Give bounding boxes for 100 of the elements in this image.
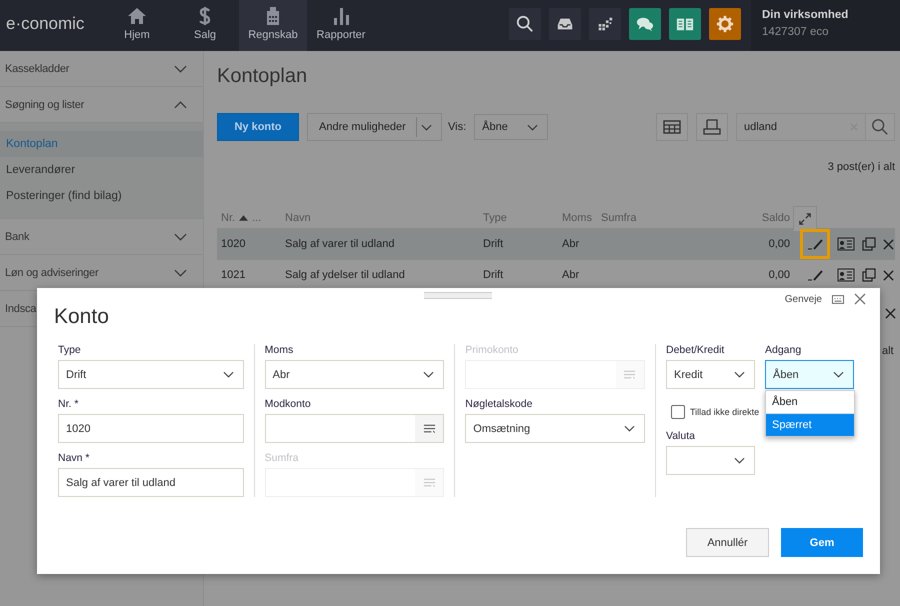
delete-icon[interactable] (885, 308, 896, 319)
table-cell-text: 1021 (220, 269, 246, 281)
table-cell-text: Abr (561, 238, 580, 250)
select-field[interactable] (666, 446, 755, 475)
text-field[interactable]: 1020 (58, 414, 244, 443)
dialog-title: Konto (54, 305, 109, 330)
search-icon (516, 15, 534, 33)
inbox-button[interactable] (549, 8, 581, 40)
section-label: Løn og adviseringer (5, 266, 98, 278)
chevron-down-icon (222, 371, 234, 378)
record-count: alt (882, 345, 894, 357)
chevron-down-icon (734, 457, 745, 464)
home-icon (127, 6, 147, 26)
checkbox-label: Tillad ikke direkte (690, 407, 760, 417)
select-field[interactable]: Drift (58, 360, 244, 389)
dots-button[interactable] (589, 8, 621, 40)
account-number: 1427307 eco (762, 26, 829, 38)
company-name[interactable]: Din virksomhed (762, 9, 848, 21)
field-label: Adgang (764, 344, 802, 356)
table-row[interactable]: 1020 Salg af varer til udland Drift Abr 0,00 (217, 228, 895, 259)
field-label: Valuta (666, 430, 695, 442)
sidebar-item[interactable]: Leverandører (0, 157, 203, 183)
list-icon[interactable] (422, 424, 436, 434)
section-label: Indsca (5, 302, 36, 314)
sidebar-item[interactable]: Posteringer (find bilag) (0, 183, 203, 209)
field-label: Type (58, 344, 81, 356)
save-button[interactable]: Gem (781, 528, 863, 557)
gear-icon (716, 15, 734, 33)
edit-button[interactable] (800, 229, 830, 259)
new-account-button[interactable]: Ny konto (217, 113, 299, 141)
table-cell-text: 0,00 (768, 269, 790, 281)
copy-icon[interactable] (862, 268, 876, 282)
table-icon (663, 120, 681, 134)
view-select[interactable]: Åbne (474, 114, 548, 140)
pencil-icon (807, 237, 823, 251)
section-label: Kassekladder (5, 62, 70, 74)
field-label: Primokonto (465, 344, 518, 356)
logo[interactable]: e·conomic (0, 0, 103, 51)
field-label: Moms (264, 344, 294, 356)
field-label: Sumfra (264, 452, 298, 464)
chat-button[interactable] (629, 8, 661, 40)
field-label: Nøgletalskode (465, 398, 532, 410)
search-field[interactable]: udland (736, 113, 866, 141)
print-icon (703, 119, 721, 135)
select-field[interactable]: Abr (264, 360, 444, 389)
chevron-down-icon (624, 425, 635, 432)
table-cell-text: Salg af ydelser til udland (284, 269, 406, 281)
select-field[interactable]: Omsætning (465, 414, 645, 443)
page-title: Kontoplan (217, 65, 308, 89)
nav-tab[interactable]: Rapporter (307, 0, 375, 51)
chat-icon (636, 15, 654, 33)
record-count: 3 post(er) i alt (826, 161, 895, 175)
dots-icon (596, 15, 614, 33)
sidebar-section[interactable]: Kassekladder (0, 51, 203, 87)
lookup-field[interactable] (264, 414, 444, 443)
table-cell-text: Drift (482, 238, 504, 250)
field-label: Nr. * (58, 398, 78, 410)
search-icon (871, 118, 889, 136)
section-label: Søgning og lister (5, 98, 84, 110)
table-view-button[interactable] (656, 113, 688, 141)
field-label: Modkonto (264, 398, 311, 410)
nav-tab[interactable]: Salg (171, 0, 239, 51)
table-cell-text: Abr (561, 269, 580, 281)
table-cell-text: Salg af varer til udland (284, 238, 396, 250)
cancel-button[interactable]: Annullér (686, 528, 769, 557)
keyboard-icon[interactable] (832, 294, 844, 304)
checkbox[interactable] (670, 405, 685, 419)
chevron-down-icon (421, 124, 432, 130)
copy-icon[interactable] (862, 237, 876, 251)
chevron-down-icon (734, 371, 745, 378)
expand-button[interactable] (793, 206, 817, 230)
dropdown-option[interactable]: Spærret (766, 414, 854, 436)
book-button[interactable] (669, 8, 701, 40)
sidebar-section[interactable]: Bank (0, 219, 203, 255)
settings-button[interactable] (709, 8, 741, 40)
contact-card-icon[interactable] (837, 268, 855, 282)
bar-chart-icon (331, 6, 351, 26)
text-field[interactable]: Salg af varer til udland (58, 468, 244, 497)
field-label: Navn * (58, 452, 90, 464)
pencil-icon (807, 268, 823, 282)
view-label: Vis: (448, 121, 466, 133)
more-options-button[interactable]: Andre muligheder (307, 113, 442, 141)
select-field[interactable]: Åben (764, 360, 854, 389)
delete-icon[interactable] (883, 270, 894, 280)
table-cell-text: 1020 (220, 238, 246, 250)
print-button[interactable] (696, 113, 728, 141)
nav-tab[interactable]: Regnskab (239, 0, 307, 51)
nav-tab[interactable]: Hjem (103, 0, 171, 51)
contact-card-icon[interactable] (837, 237, 855, 251)
field-label: Debet/Kredit (666, 344, 724, 356)
chevron-down-icon (423, 371, 434, 378)
shortcuts-link[interactable]: Genveje (784, 294, 822, 304)
section-label: Bank (5, 230, 30, 242)
delete-icon[interactable] (883, 238, 894, 250)
chevron-down-icon (527, 124, 538, 130)
search-button[interactable] (509, 8, 541, 40)
table-cell-text: Drift (482, 269, 504, 281)
select-field[interactable]: Kredit (666, 360, 755, 389)
drag-handle[interactable] (424, 292, 492, 299)
close-icon[interactable] (854, 293, 866, 305)
